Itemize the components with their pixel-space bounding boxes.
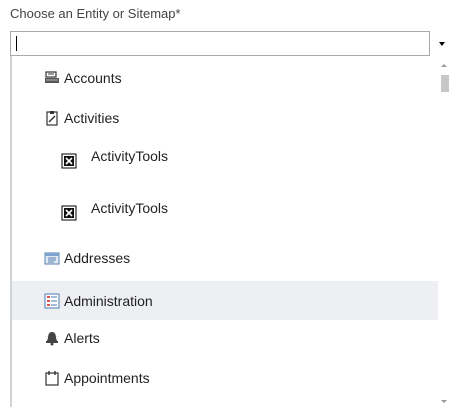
addresses-icon <box>44 250 60 266</box>
field-label: Choose an Entity or Sitemap* <box>10 6 181 21</box>
list-item-label: Alerts <box>64 330 100 346</box>
chevron-down-icon <box>439 42 445 46</box>
list-item-activitytools[interactable]: ActivityTools <box>12 144 438 174</box>
list-item-label: Accounts <box>64 70 122 86</box>
text-cursor <box>16 36 17 51</box>
list-item-activities[interactable]: Activities <box>12 105 438 131</box>
scroll-down-arrow-icon[interactable] <box>441 400 447 403</box>
broken-image-icon <box>61 153 77 169</box>
list-item-appointments[interactable]: Appointments <box>12 365 438 391</box>
list-item-administration[interactable]: Administration <box>12 281 438 320</box>
list-item-label: ActivityTools <box>91 200 169 216</box>
scroll-up-arrow-icon[interactable] <box>441 64 447 67</box>
entity-combobox-input[interactable] <box>10 31 430 56</box>
list-item-label: Addresses <box>64 250 131 266</box>
appointments-icon <box>44 370 60 386</box>
list-item-accounts[interactable]: Accounts <box>12 65 438 91</box>
alerts-icon <box>44 330 60 346</box>
accounts-icon <box>44 70 60 86</box>
activities-icon <box>44 110 60 126</box>
list-item-label: Administration <box>64 292 153 309</box>
scrollbar-thumb[interactable] <box>441 75 449 92</box>
list-item-activitytools[interactable]: ActivityTools <box>12 196 438 226</box>
administration-icon <box>44 293 60 309</box>
list-item-label: Activities <box>64 110 120 126</box>
dropdown-toggle-button[interactable] <box>432 31 450 56</box>
list-item-addresses[interactable]: Addresses <box>12 245 438 271</box>
list-item-alerts[interactable]: Alerts <box>12 325 438 351</box>
broken-image-icon <box>61 205 77 221</box>
list-item-label: Appointments <box>64 370 150 386</box>
list-scrollbar[interactable] <box>438 62 450 407</box>
list-item-label: ActivityTools <box>91 148 169 164</box>
dropdown-list[interactable]: Accounts Activities ActivityTools Activi… <box>10 56 450 407</box>
